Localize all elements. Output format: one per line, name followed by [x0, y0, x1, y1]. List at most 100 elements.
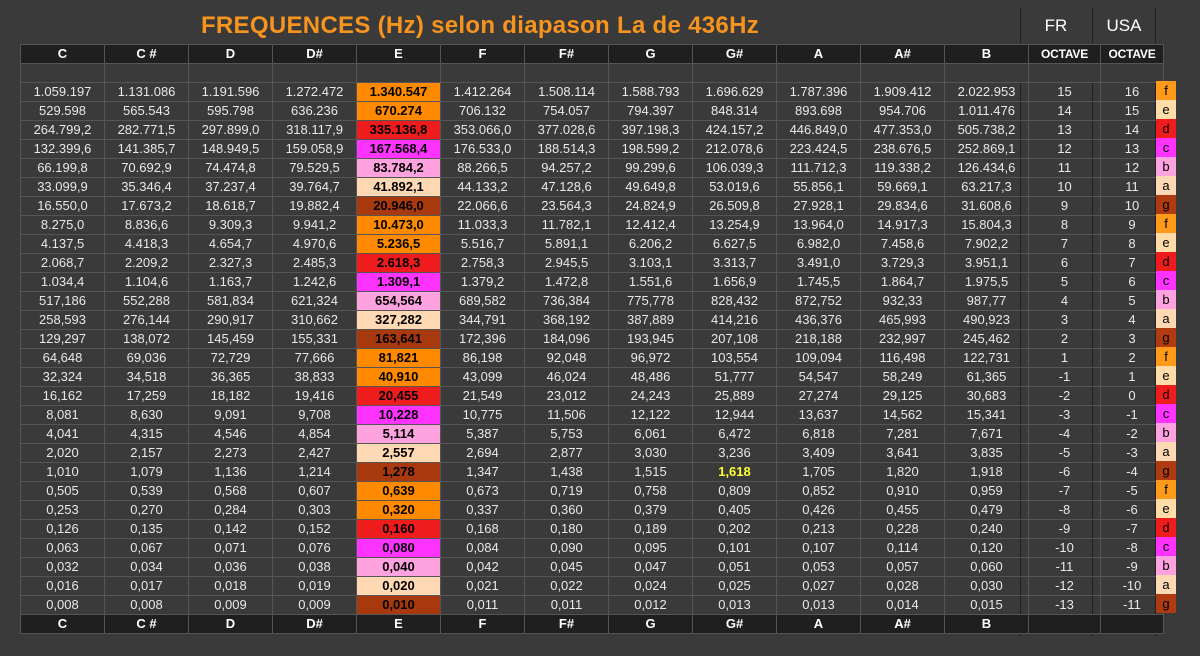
usa-octave-cell: -8 [1100, 538, 1164, 558]
frequency-cell: 94.257,2 [524, 158, 609, 178]
frequency-cell: 63.217,3 [944, 177, 1029, 197]
frequency-cell: 132.399,6 [20, 139, 105, 159]
e-note-cell: 167.568,4 [356, 139, 441, 159]
frequency-cell: 7,671 [944, 424, 1029, 444]
frequency-cell: 155,331 [272, 329, 357, 349]
usa-octave-cell: 2 [1100, 348, 1164, 368]
frequency-cell: 6.206,2 [608, 234, 693, 254]
frequency-cell: 0,060 [944, 557, 1029, 577]
e-note-cell: 0,020 [356, 576, 441, 596]
frequency-cell: 7,281 [860, 424, 945, 444]
frequency-cell: 0,038 [272, 557, 357, 577]
fr-octave-cell: 1 [1028, 348, 1101, 368]
usa-octave-cell: -6 [1100, 500, 1164, 520]
frequency-cell: 26.509,8 [692, 196, 777, 216]
table-row: 0,008 0,008 0,009 0,009 0,010 0,011 0,011 0,012… [20, 595, 1164, 615]
frequency-cell: 43,099 [440, 367, 525, 387]
header-row: CC # D D# E F F# G G# A A# B OCTAVE OCTAVE [20, 44, 1164, 64]
frequency-cell: 11.033,3 [440, 215, 525, 235]
frequency-cell: 25,889 [692, 386, 777, 406]
fr-octave-cell: 14 [1028, 101, 1101, 121]
note-letter: e [1156, 233, 1176, 252]
table-row: 1.059.197 1.131.086 1.191.596 1.272.472 1.34… [20, 82, 1164, 102]
table-row: 1.034,4 1.104,6 1.163,7 1.242,6 1.309,1 1.379… [20, 272, 1164, 292]
frequency-cell: 0,084 [440, 538, 525, 558]
frequency-cell: 11,506 [524, 405, 609, 425]
frequency-cell: 86,198 [440, 348, 525, 368]
frequency-cell: 2,427 [272, 443, 357, 463]
frequency-cell: 64,648 [20, 348, 105, 368]
note-letter: a [1156, 442, 1176, 461]
frequency-cell: 505.738,2 [944, 120, 1029, 140]
table-row: 4.137,5 4.418,3 4.654,7 4.970,6 5.236,5 5.516… [20, 234, 1164, 254]
frequency-cell: 1.059.197 [20, 82, 105, 102]
frequency-cell: 529.598 [20, 101, 105, 121]
page-title: FREQUENCES (Hz) selon diapason La de 436… [200, 12, 760, 39]
frequency-cell: 310,662 [272, 310, 357, 330]
frequency-cell: 0,057 [860, 557, 945, 577]
frequency-cell: 7.902,2 [944, 234, 1029, 254]
frequency-cell: 0,022 [524, 576, 609, 596]
table-row: 132.399,6 141.385,7 148.949,5 159.058,9 167.… [20, 139, 1164, 159]
note-letter: c [1156, 271, 1176, 290]
frequency-cell: 0,107 [776, 538, 861, 558]
frequency-cell: 39.764,7 [272, 177, 357, 197]
frequency-cell: 207,108 [692, 329, 777, 349]
frequency-cell: 297.899,0 [188, 120, 273, 140]
table-row: 16.550,0 17.673,2 18.618,7 19.882,4 20.946,0… [20, 196, 1164, 216]
frequency-cell: 0,270 [104, 500, 189, 520]
usa-octave-cell: -1 [1100, 405, 1164, 425]
frequency-cell: 1.864,7 [860, 272, 945, 292]
note-letter: f [1156, 480, 1176, 499]
usa-octave-cell: 16 [1100, 82, 1164, 102]
frequency-cell: 0,379 [608, 500, 693, 520]
frequency-cell: 0,011 [524, 595, 609, 615]
frequency-cell: 893.698 [776, 101, 861, 121]
frequency-cell: 103,554 [692, 348, 777, 368]
e-note-cell: 20,455 [356, 386, 441, 406]
frequency-cell: 1.034,4 [20, 272, 105, 292]
frequency-cell: 48,486 [608, 367, 693, 387]
frequency-cell: 0,126 [20, 519, 105, 539]
fr-octave-cell: -2 [1028, 386, 1101, 406]
frequency-cell: 218,188 [776, 329, 861, 349]
note-letter: g [1156, 461, 1176, 480]
e-note-cell: 1.309,1 [356, 272, 441, 292]
frequency-cell: 446.849,0 [776, 120, 861, 140]
frequency-cell: 8,630 [104, 405, 189, 425]
frequency-cell: 16,162 [20, 386, 105, 406]
frequency-cell: 828,432 [692, 291, 777, 311]
note-letter: a [1156, 309, 1176, 328]
frequency-cell: 21,549 [440, 386, 525, 406]
table-row: 0,063 0,067 0,071 0,076 0,080 0,084 0,090 0,095… [20, 538, 1164, 558]
frequency-cell: 0,015 [944, 595, 1029, 615]
frequency-cell: 37.237,4 [188, 177, 273, 197]
frequency-cell: 517,186 [20, 291, 105, 311]
frequency-cell: 44.133,2 [440, 177, 525, 197]
spacer-cell [692, 63, 777, 83]
spacer-cell [776, 63, 861, 83]
frequency-cell: 0,758 [608, 481, 693, 501]
frequency-cell: 0,016 [20, 576, 105, 596]
frequency-cell: 1,347 [440, 462, 525, 482]
frequency-cell: 0,030 [944, 576, 1029, 596]
fr-octave-cell: 10 [1028, 177, 1101, 197]
column-header: A [776, 44, 861, 64]
frequency-cell: 318.117,9 [272, 120, 357, 140]
frequency-cell: 0,019 [272, 576, 357, 596]
column-header: G [608, 614, 693, 634]
table-row: 0,032 0,034 0,036 0,038 0,040 0,042 0,045 0,047… [20, 557, 1164, 577]
column-header: F [440, 614, 525, 634]
frequency-cell: 1.011.476 [944, 101, 1029, 121]
frequency-cell: 1,515 [608, 462, 693, 482]
frequency-cell: 636.236 [272, 101, 357, 121]
frequency-cell: 1.242,6 [272, 272, 357, 292]
frequency-cell: 96,972 [608, 348, 693, 368]
frequency-cell: 872,752 [776, 291, 861, 311]
frequency-cell: 0,168 [440, 519, 525, 539]
fr-octave-cell: -10 [1028, 538, 1101, 558]
frequency-cell: 1,438 [524, 462, 609, 482]
note-letter: b [1156, 556, 1176, 575]
frequency-cell: 689,582 [440, 291, 525, 311]
frequency-cell: 159.058,9 [272, 139, 357, 159]
